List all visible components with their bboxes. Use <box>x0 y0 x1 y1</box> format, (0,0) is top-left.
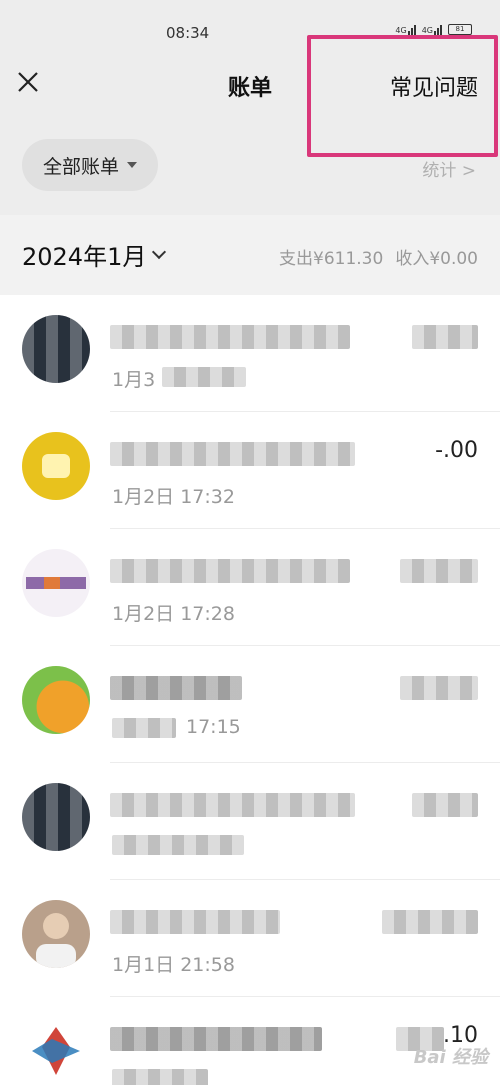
income-total: 收入¥0.00 <box>395 249 478 269</box>
merchant-avatar <box>22 666 90 734</box>
watermark-logo: Bai 经验 <box>413 1047 488 1068</box>
filter-label: 全部账单 <box>42 155 119 178</box>
month-summary: 支出¥611.30 收入¥0.00 <box>279 244 478 269</box>
merchant-name-blurred <box>110 676 242 700</box>
signal-icon-2: 4G <box>422 24 442 35</box>
time-blurred <box>112 718 176 738</box>
month-selector[interactable]: 2024年1月 <box>22 237 167 272</box>
transaction-row[interactable]: -.00 1月2日 17:32 <box>0 412 500 529</box>
highlight-annotation-box <box>307 35 498 157</box>
time-blurred <box>162 367 246 387</box>
time-blurred <box>112 1069 208 1085</box>
bill-filter-dropdown[interactable]: 全部账单 <box>22 139 158 191</box>
amount-blurred <box>382 910 478 934</box>
merchant-name-blurred <box>110 442 355 466</box>
transaction-row[interactable]: .10 <box>0 997 500 1085</box>
transaction-row[interactable]: 1月3 <box>0 295 500 412</box>
transaction-amount: -.00 <box>435 438 478 463</box>
transaction-time: 17:15 <box>186 716 241 738</box>
amount-blurred <box>400 676 478 700</box>
status-icons: 4G 4G 81 <box>395 24 472 35</box>
chevron-down-icon <box>152 244 167 260</box>
amount-blurred <box>400 559 478 583</box>
battery-icon: 81 <box>448 24 472 35</box>
amount-blurred <box>412 325 478 349</box>
time-blurred <box>112 835 244 855</box>
merchant-name-blurred <box>110 325 350 349</box>
merchant-avatar <box>22 549 90 617</box>
transaction-time: 1月2日 17:32 <box>112 486 235 508</box>
status-time: 08:34 <box>166 24 210 42</box>
merchant-avatar <box>22 1017 90 1085</box>
merchant-avatar <box>22 315 90 383</box>
transaction-row[interactable] <box>0 763 500 880</box>
transaction-time: 1月3 <box>112 369 156 391</box>
merchant-avatar <box>22 900 90 968</box>
expense-total: 支出¥611.30 <box>279 249 384 269</box>
signal-icon: 4G <box>395 24 416 35</box>
transaction-time: 1月1日 21:58 <box>112 954 235 976</box>
amount-blurred <box>412 793 478 817</box>
caret-down-icon <box>127 162 137 168</box>
transaction-row[interactable]: 1月1日 21:58 <box>0 880 500 997</box>
merchant-name-blurred <box>110 910 280 934</box>
merchant-avatar <box>22 783 90 851</box>
merchant-name-blurred <box>110 559 350 583</box>
transaction-row[interactable]: 1月2日 17:28 <box>0 529 500 646</box>
merchant-name-blurred <box>110 1027 322 1051</box>
stats-link[interactable]: 统计 > <box>422 156 476 181</box>
month-label: 2024年1月 <box>22 243 147 271</box>
transaction-time: 1月2日 17:28 <box>112 603 235 625</box>
transaction-row[interactable]: 17:15 <box>0 646 500 763</box>
merchant-name-blurred <box>110 793 355 817</box>
merchant-avatar <box>22 432 90 500</box>
